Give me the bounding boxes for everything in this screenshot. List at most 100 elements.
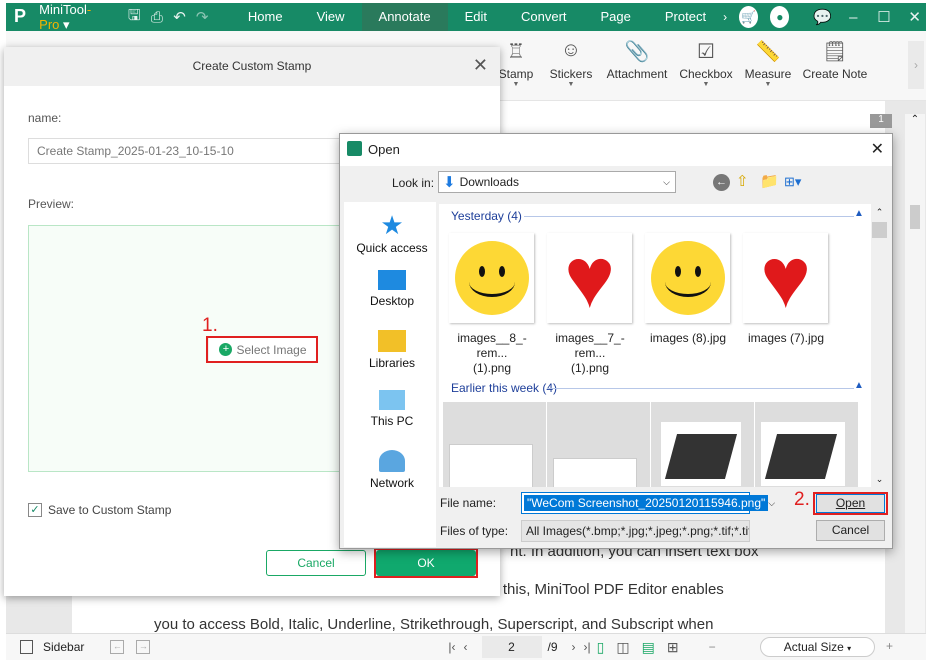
collapse-icon[interactable]: ▲ [854, 380, 864, 391]
last-page-icon[interactable]: ›| [584, 640, 591, 654]
document-scrollbar[interactable]: ⌃ [905, 114, 925, 633]
two-page-view-icon[interactable]: ◫ [616, 639, 629, 656]
cancel-button[interactable]: Cancel [266, 550, 366, 576]
forward-nav-icon[interactable]: → [136, 640, 151, 654]
file-thumb-screenshot[interactable] [443, 402, 546, 487]
sidebar-icon[interactable] [20, 640, 33, 654]
back-icon[interactable]: ← [713, 174, 730, 191]
group-header-earlier-this-week[interactable]: Earlier this week (4) [451, 381, 557, 395]
menu-page[interactable]: Page [584, 3, 648, 31]
page-number-input[interactable]: 2 [481, 636, 542, 658]
highlight-open [813, 492, 888, 515]
file-list: Yesterday (4) ▲ ♥ ♥ images__8_-rem... (1)… [439, 204, 871, 487]
paperclip-icon: 📎 [624, 41, 650, 63]
ribbon-checkbox[interactable]: ☑ Checkbox ▼ [676, 39, 736, 88]
page-badge: 1 [870, 114, 892, 128]
minimize-icon[interactable]: – [842, 9, 865, 26]
step-2-label: 2. [794, 489, 810, 510]
sticker-icon: ☺ [560, 39, 582, 61]
close-icon[interactable]: ✕ [473, 55, 488, 76]
status-bar: Sidebar ← → |‹ ‹ 2 /9 › ›| ▯ ◫ ▤ ⊞ − Act… [6, 633, 926, 660]
menu-view[interactable]: View [300, 3, 362, 31]
ribbon-stamp[interactable]: ♖ Stamp ▼ [496, 39, 536, 88]
place-desktop[interactable]: Desktop [344, 270, 440, 308]
menu-convert[interactable]: Convert [504, 3, 584, 31]
file-thumb-laptop[interactable] [651, 402, 754, 487]
name-label: name: [28, 111, 62, 125]
print-icon[interactable]: ⎙ [146, 9, 169, 26]
group-header-yesterday[interactable]: Yesterday (4) [451, 209, 522, 223]
file-list-scrollbar[interactable]: ⌃ ⌄ [871, 204, 888, 487]
first-page-icon[interactable]: |‹ [448, 640, 455, 654]
file-thumb-laptop[interactable] [755, 402, 858, 487]
ribbon-measure[interactable]: 📏 Measure ▼ [742, 39, 794, 88]
file-name[interactable]: images__8_-rem... (1).png [442, 331, 542, 376]
prev-page-icon[interactable]: ‹ [464, 640, 468, 654]
account-icon[interactable]: ● [770, 6, 790, 28]
ribbon-create-note[interactable]: 🗒 Create Note [800, 39, 870, 81]
close-icon[interactable]: ✕ [871, 139, 884, 159]
app-icon [347, 141, 362, 156]
cancel-button[interactable]: Cancel [816, 520, 885, 541]
next-page-icon[interactable]: › [572, 640, 576, 654]
cart-icon[interactable]: 🛒 [739, 6, 759, 28]
place-this-pc[interactable]: This PC [344, 390, 440, 428]
zoom-in-icon[interactable]: + [886, 639, 893, 653]
app-name[interactable]: MiniTool-Pro ▾ [39, 2, 111, 33]
file-name[interactable]: images__7_-rem... (1).png [540, 331, 640, 376]
save-icon[interactable]: 🖫 [123, 5, 146, 30]
file-thumb-screenshot[interactable] [547, 402, 650, 487]
step-1-label: 1. [202, 315, 218, 336]
maximize-icon[interactable]: ☐ [873, 8, 896, 26]
save-to-custom-stamp-checkbox[interactable]: ✓ Save to Custom Stamp [28, 503, 171, 517]
file-thumb-smiley[interactable] [449, 233, 534, 323]
new-folder-icon[interactable]: 📁 [760, 172, 779, 190]
dialog-title: Create Custom Stamp [4, 47, 500, 86]
up-folder-icon[interactable]: ⇧ [736, 172, 749, 190]
ribbon-scroll-right[interactable]: › [908, 41, 924, 89]
highlight-ok [374, 548, 478, 578]
file-type-label: Files of type: [440, 524, 509, 538]
file-thumb-heart[interactable]: ♥ [547, 233, 632, 323]
checkbox-checked-icon: ✓ [28, 503, 42, 517]
collapse-icon[interactable]: ▲ [854, 208, 864, 219]
preview-label: Preview: [28, 197, 75, 211]
redo-icon[interactable]: ↷ [191, 8, 214, 26]
app-logo-icon: P [14, 6, 27, 26]
menu-home[interactable]: Home [231, 3, 300, 31]
menu-annotate[interactable]: Annotate [361, 3, 448, 31]
file-type-select[interactable]: All Images(*.bmp;*.jpg;*.jpeg;*.png;*.ti… [521, 520, 750, 542]
zoom-select[interactable]: Actual Size ▾ [760, 637, 875, 657]
ribbon-stickers[interactable]: ☺ Stickers ▼ [546, 39, 596, 88]
sidebar-toggle[interactable]: Sidebar [43, 640, 84, 654]
file-name[interactable]: images (7).jpg [736, 331, 836, 346]
computer-icon [379, 390, 405, 410]
look-in-select[interactable]: ⬇ Downloads ⌵ [438, 171, 676, 193]
thumbnail-view-icon[interactable]: ⊞ [667, 639, 679, 656]
zoom-out-icon[interactable]: − [709, 640, 716, 654]
file-name[interactable]: images (8).jpg [638, 331, 738, 346]
view-menu-icon[interactable]: ⊞▾ [784, 174, 801, 190]
feedback-icon[interactable]: 💬 [811, 8, 834, 26]
single-page-view-icon[interactable]: ▯ [597, 639, 605, 656]
file-name-label: File name: [440, 496, 497, 510]
place-quick-access[interactable]: ★ Quick access [344, 210, 440, 255]
chevron-down-icon[interactable]: ⌵ [768, 498, 775, 509]
file-thumb-heart[interactable]: ♥ [743, 233, 828, 323]
page-total: /9 [547, 640, 558, 654]
file-thumb-smiley[interactable] [645, 233, 730, 323]
scroll-view-icon[interactable]: ▤ [642, 639, 655, 656]
place-libraries[interactable]: Libraries [344, 330, 440, 370]
ribbon-attachment[interactable]: 📎 Attachment [602, 39, 672, 81]
undo-icon[interactable]: ↶ [168, 8, 191, 26]
look-in-label: Look in: [392, 176, 435, 190]
file-name-input[interactable]: "WeCom Screenshot_20250120115946.png" ⌵ [521, 492, 775, 514]
dialog-title: Open [368, 142, 400, 157]
menu-more-icon[interactable]: › [723, 10, 727, 24]
menu-protect[interactable]: Protect [648, 3, 723, 31]
close-icon[interactable]: ✕ [903, 8, 926, 26]
desktop-icon [378, 270, 406, 290]
menu-edit[interactable]: Edit [448, 3, 504, 31]
back-nav-icon[interactable]: ← [110, 640, 125, 654]
place-network[interactable]: Network [344, 450, 440, 490]
